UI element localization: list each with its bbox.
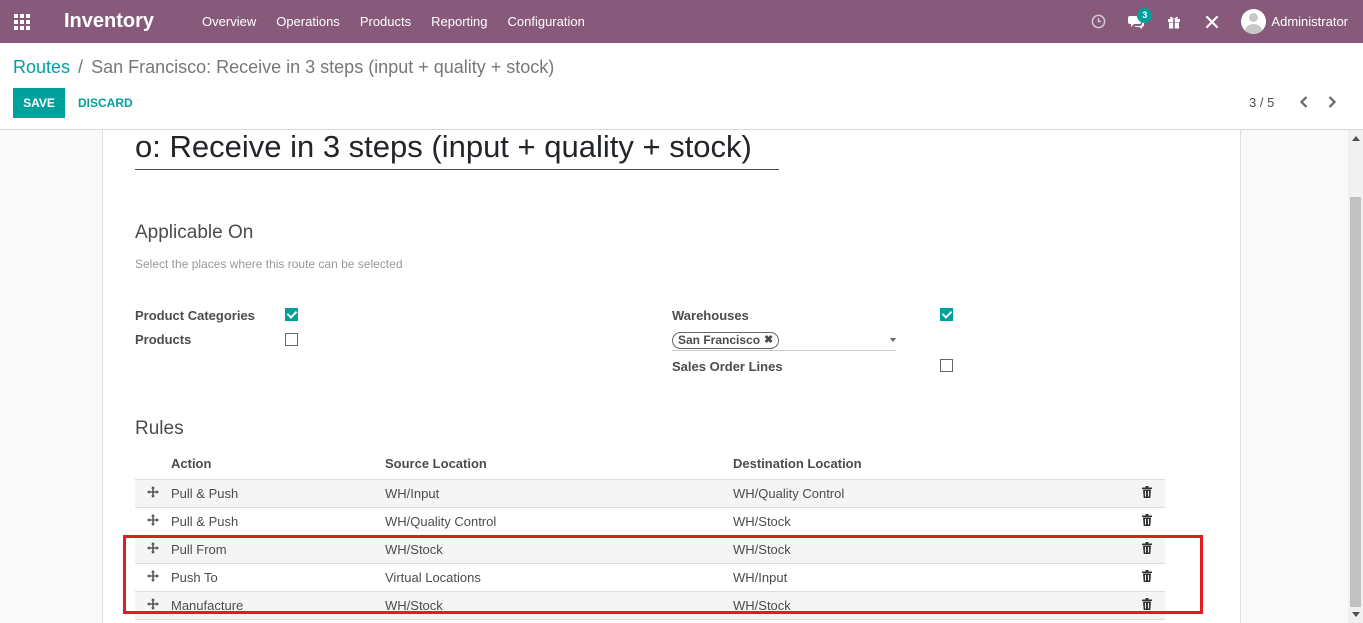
warehouses-checkbox[interactable] — [940, 308, 953, 321]
drag-handle-icon[interactable] — [135, 507, 171, 536]
control-panel: Routes / San Francisco: Receive in 3 ste… — [0, 43, 1363, 130]
sales-order-lines-checkbox[interactable] — [940, 359, 953, 372]
save-button[interactable]: SAVE — [13, 88, 65, 118]
route-name-input[interactable]: o: Receive in 3 steps (input + quality +… — [135, 130, 779, 170]
applicable-on-help: Select the places where this route can b… — [135, 257, 403, 271]
apps-menu-icon[interactable] — [0, 0, 44, 43]
discard-button[interactable]: DISCARD — [71, 88, 140, 118]
breadcrumb-separator: / — [78, 57, 84, 77]
rule-source: WH/Stock — [385, 591, 733, 620]
trash-icon[interactable] — [1129, 507, 1165, 536]
warehouses-label: Warehouses — [672, 308, 749, 323]
table-row[interactable]: Pull & Push WH/Input WH/Quality Control — [135, 479, 1165, 508]
menu-products[interactable]: Products — [350, 14, 421, 29]
message-count-badge: 3 — [1137, 8, 1153, 23]
delete-column-header — [1129, 449, 1165, 480]
products-checkbox[interactable] — [285, 333, 298, 346]
avatar — [1241, 9, 1267, 34]
rule-source: Virtual Locations — [385, 563, 733, 592]
pager-previous-icon[interactable] — [1294, 91, 1314, 113]
warehouses-field[interactable]: San Francisco ✖ — [672, 331, 896, 351]
applicable-on-title: Applicable On — [135, 222, 254, 243]
systray: 3 Administrator — [1079, 0, 1363, 43]
gift-icon[interactable] — [1155, 0, 1193, 43]
breadcrumb-current: San Francisco: Receive in 3 steps (input… — [91, 57, 555, 77]
messages-icon[interactable]: 3 — [1117, 0, 1155, 43]
drag-handle-icon[interactable] — [135, 479, 171, 508]
destination-column-header[interactable]: Destination Location — [733, 449, 1129, 480]
rules-title: Rules — [135, 418, 184, 439]
drag-handle-icon[interactable] — [135, 563, 171, 592]
products-label: Products — [135, 332, 192, 347]
breadcrumb: Routes / San Francisco: Receive in 3 ste… — [13, 57, 554, 78]
rules-table: Action Source Location Destination Locat… — [135, 449, 1165, 620]
trash-icon[interactable] — [1129, 535, 1165, 564]
table-row[interactable]: Manufacture WH/Stock WH/Stock — [135, 591, 1165, 620]
main-menu: Overview Operations Products Reporting C… — [192, 14, 595, 29]
vertical-scrollbar[interactable] — [1348, 130, 1363, 623]
trash-icon[interactable] — [1129, 479, 1165, 508]
action-column-header[interactable]: Action — [171, 449, 385, 480]
rule-action: Push To — [171, 563, 385, 592]
rule-action: Pull & Push — [171, 507, 385, 536]
dropdown-caret-icon[interactable] — [890, 338, 896, 342]
form-view: o: Receive in 3 steps (input + quality +… — [0, 130, 1348, 623]
warehouse-tag: San Francisco ✖ — [672, 332, 780, 349]
debug-tools-icon[interactable] — [1193, 0, 1231, 43]
rule-destination: WH/Stock — [733, 535, 1129, 564]
product-categories-label: Product Categories — [135, 308, 255, 323]
rule-source: WH/Input — [385, 479, 733, 508]
drag-handle-icon[interactable] — [135, 535, 171, 564]
scroll-down-icon[interactable] — [1352, 612, 1360, 617]
menu-overview[interactable]: Overview — [192, 14, 266, 29]
pager-next-icon[interactable] — [1322, 91, 1342, 113]
product-categories-checkbox[interactable] — [285, 308, 298, 321]
trash-icon[interactable] — [1129, 591, 1165, 620]
app-title: Inventory — [64, 10, 155, 32]
table-row[interactable]: Push To Virtual Locations WH/Input — [135, 563, 1165, 592]
drag-handle-icon[interactable] — [135, 591, 171, 620]
menu-operations[interactable]: Operations — [266, 14, 350, 29]
rule-source: WH/Stock — [385, 535, 733, 564]
pager-value: 3 / 5 — [1249, 95, 1275, 110]
table-row[interactable]: Pull & Push WH/Quality Control WH/Stock — [135, 507, 1165, 536]
top-navbar: Inventory Overview Operations Products R… — [0, 0, 1363, 43]
sales-order-lines-label: Sales Order Lines — [672, 359, 783, 374]
rule-destination: WH/Stock — [733, 507, 1129, 536]
menu-configuration[interactable]: Configuration — [498, 14, 595, 29]
rule-action: Manufacture — [171, 591, 385, 620]
tag-remove-icon[interactable]: ✖ — [764, 333, 773, 348]
rule-destination: WH/Input — [733, 563, 1129, 592]
rule-destination: WH/Quality Control — [733, 479, 1129, 508]
breadcrumb-routes-link[interactable]: Routes — [13, 57, 70, 78]
rule-destination: WH/Stock — [733, 591, 1129, 620]
trash-icon[interactable] — [1129, 563, 1165, 592]
scroll-up-icon[interactable] — [1352, 136, 1360, 141]
source-column-header[interactable]: Source Location — [385, 449, 733, 480]
handle-column-header — [135, 449, 171, 480]
user-menu[interactable]: Administrator — [1231, 9, 1363, 34]
form-sheet: o: Receive in 3 steps (input + quality +… — [102, 130, 1241, 623]
table-row[interactable]: Pull From WH/Stock WH/Stock — [135, 535, 1165, 564]
menu-reporting[interactable]: Reporting — [421, 14, 497, 29]
rule-action: Pull & Push — [171, 479, 385, 508]
rules-header-row: Action Source Location Destination Locat… — [135, 449, 1165, 480]
activity-clock-icon[interactable] — [1079, 0, 1117, 43]
route-name-text: o: Receive in 3 steps (input + quality +… — [135, 130, 752, 164]
scroll-thumb[interactable] — [1350, 197, 1361, 607]
rule-source: WH/Quality Control — [385, 507, 733, 536]
rule-action: Pull From — [171, 535, 385, 564]
warehouse-tag-label: San Francisco — [678, 333, 761, 347]
user-name: Administrator — [1271, 14, 1348, 29]
